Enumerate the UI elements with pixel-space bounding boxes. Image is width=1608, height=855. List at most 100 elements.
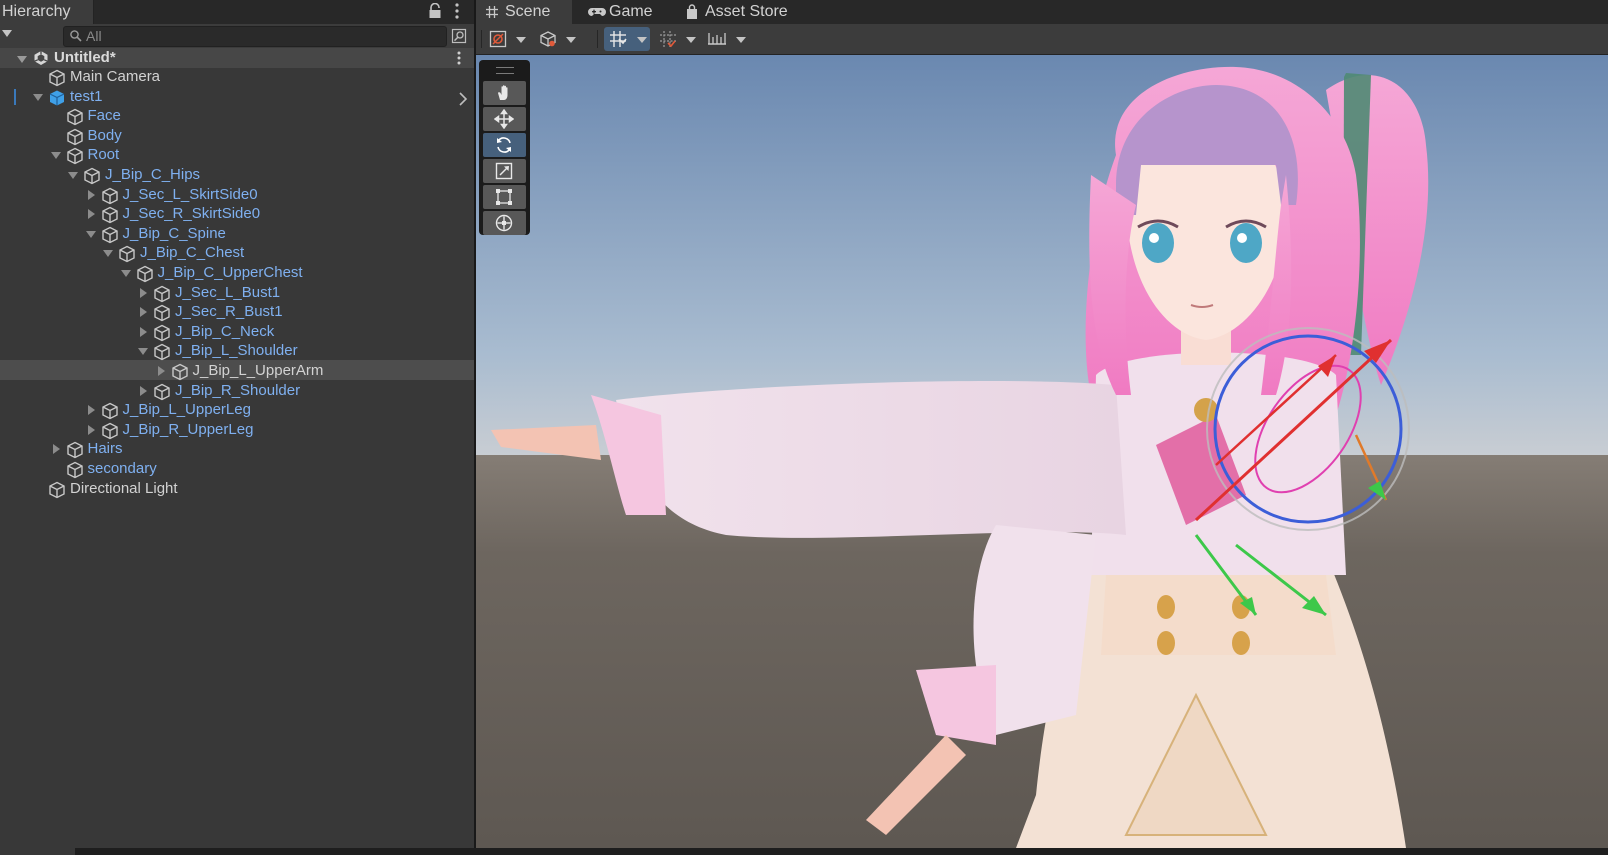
hierarchy-row-label: Main Camera bbox=[70, 68, 161, 85]
kebab-menu-icon[interactable] bbox=[452, 2, 462, 20]
fold-open-icon[interactable] bbox=[137, 341, 149, 361]
fold-open-icon[interactable] bbox=[120, 263, 132, 283]
tab-game-label: Game bbox=[609, 3, 653, 20]
fold-closed-icon[interactable] bbox=[155, 361, 167, 381]
hierarchy-row-label: J_Bip_R_UpperLeg bbox=[122, 420, 254, 438]
chevron-down-icon bbox=[566, 37, 576, 43]
increment-snap-dropdown[interactable] bbox=[656, 27, 702, 51]
prefab-icon bbox=[49, 90, 65, 106]
rect-tool-icon bbox=[496, 189, 512, 205]
fold-closed-icon[interactable] bbox=[85, 400, 97, 420]
draw-mode-dropdown[interactable] bbox=[486, 27, 532, 51]
search-by-type-icon[interactable] bbox=[451, 28, 467, 44]
hierarchy-row-label: J_Sec_L_Bust1 bbox=[175, 283, 281, 301]
hierarchy-row[interactable]: J_Sec_R_Bust1 bbox=[137, 302, 474, 322]
tab-game[interactable]: Game bbox=[580, 0, 670, 24]
toolbar-separator bbox=[597, 30, 598, 48]
hierarchy-row-label: J_Sec_L_SkirtSide0 bbox=[122, 185, 258, 203]
hierarchy-row[interactable]: Root bbox=[50, 145, 475, 165]
hierarchy-row[interactable]: J_Sec_L_SkirtSide0 bbox=[85, 185, 475, 205]
hierarchy-row[interactable]: J_Bip_L_UpperArm bbox=[155, 361, 475, 381]
hierarchy-row-label: J_Sec_R_SkirtSide0 bbox=[122, 205, 261, 223]
scene-render bbox=[476, 55, 1608, 848]
gameobject-icon bbox=[154, 285, 170, 302]
hierarchy-row[interactable]: J_Bip_C_Hips bbox=[67, 165, 474, 185]
transform-tool-button[interactable] bbox=[483, 211, 526, 235]
fold-closed-icon[interactable] bbox=[137, 302, 149, 322]
gameobject-icon bbox=[49, 69, 65, 87]
hierarchy-row[interactable]: J_Bip_L_Shoulder bbox=[137, 341, 474, 361]
hierarchy-row[interactable]: J_Bip_R_UpperLeg bbox=[85, 420, 475, 440]
fold-closed-icon[interactable] bbox=[137, 381, 149, 401]
chevron-down-icon bbox=[686, 37, 696, 43]
hierarchy-row[interactable]: Hairs bbox=[50, 439, 475, 459]
scene-menu-icon[interactable] bbox=[455, 50, 463, 66]
hierarchy-row[interactable]: J_Bip_C_Neck bbox=[137, 322, 474, 342]
gameobject-icon bbox=[101, 226, 118, 244]
shopping-bag-icon bbox=[687, 4, 697, 19]
fold-closed-icon[interactable] bbox=[85, 185, 97, 205]
fold-closed-icon[interactable] bbox=[85, 204, 97, 224]
move-tool-button[interactable] bbox=[483, 107, 526, 131]
hierarchy-row-label: J_Bip_R_Shoulder bbox=[175, 381, 301, 399]
hierarchy-row-label: J_Sec_R_Bust1 bbox=[175, 303, 283, 321]
hierarchy-row[interactable]: test1 bbox=[32, 87, 474, 107]
scale-tool-button[interactable] bbox=[483, 159, 526, 183]
hierarchy-row[interactable]: Body bbox=[50, 126, 475, 146]
gameobject-icon bbox=[101, 187, 118, 204]
hierarchy-row[interactable]: J_Bip_C_Spine bbox=[85, 224, 475, 244]
tab-scene-label: Scene bbox=[505, 3, 551, 20]
hierarchy-row[interactable]: J_Bip_R_Shoulder bbox=[137, 381, 474, 401]
hierarchy-row-label: Hairs bbox=[87, 440, 123, 458]
gameobject-icon bbox=[171, 363, 188, 381]
fold-open-icon[interactable] bbox=[67, 165, 79, 185]
chevron-down-icon bbox=[637, 37, 647, 43]
scene-panel: Scene Game Asset Store bbox=[476, 0, 1608, 848]
hierarchy-row[interactable]: J_Sec_R_SkirtSide0 bbox=[85, 204, 475, 224]
rect-tool-button[interactable] bbox=[483, 185, 526, 209]
scene-fold-icon[interactable] bbox=[17, 56, 27, 63]
hierarchy-row[interactable]: J_Sec_L_Bust1 bbox=[137, 283, 474, 303]
scale-tool-icon bbox=[495, 162, 513, 180]
lock-icon[interactable] bbox=[428, 3, 442, 19]
hierarchy-search-input[interactable]: All bbox=[63, 26, 447, 47]
rotate-tool-button[interactable] bbox=[483, 133, 526, 157]
hand-tool-button[interactable] bbox=[483, 81, 526, 105]
create-dropdown-icon[interactable] bbox=[2, 30, 12, 37]
hierarchy-row[interactable]: J_Bip_L_UpperLeg bbox=[85, 400, 475, 420]
hierarchy-row[interactable]: Face bbox=[50, 106, 475, 126]
shading-dropdown[interactable] bbox=[536, 27, 582, 51]
fold-open-icon[interactable] bbox=[50, 145, 62, 165]
fold-closed-icon[interactable] bbox=[85, 420, 97, 440]
grid-snap-toggle[interactable] bbox=[604, 27, 650, 51]
hierarchy-row-label: J_Bip_C_Chest bbox=[140, 244, 245, 262]
fold-open-icon[interactable] bbox=[102, 243, 114, 263]
ruler-icon bbox=[708, 33, 726, 45]
hierarchy-row[interactable]: J_Bip_C_Chest bbox=[102, 243, 474, 263]
hierarchy-row[interactable]: Directional Light bbox=[32, 479, 474, 499]
fold-open-icon[interactable] bbox=[32, 87, 44, 107]
hierarchy-row-label: J_Bip_C_Spine bbox=[122, 224, 226, 242]
tab-hierarchy[interactable]: Hierarchy bbox=[0, 0, 94, 24]
palette-grip-icon[interactable] bbox=[496, 67, 514, 74]
gameobject-icon bbox=[101, 402, 118, 420]
ruler-dropdown[interactable] bbox=[703, 27, 753, 51]
scene-viewport[interactable] bbox=[476, 55, 1608, 848]
fold-closed-icon[interactable] bbox=[137, 322, 149, 342]
hierarchy-row-label: Face bbox=[87, 107, 121, 125]
fold-open-icon[interactable] bbox=[85, 224, 97, 244]
hierarchy-row[interactable]: J_Bip_C_UpperChest bbox=[120, 263, 475, 283]
bottom-panel-tab[interactable] bbox=[0, 848, 75, 855]
hierarchy-row-label: Body bbox=[87, 126, 122, 144]
tab-asset-store[interactable]: Asset Store bbox=[676, 0, 806, 24]
tab-scene[interactable]: Scene bbox=[476, 0, 572, 24]
gameobject-icon bbox=[66, 148, 83, 165]
gameobject-icon bbox=[49, 481, 65, 498]
open-prefab-arrow-icon[interactable] bbox=[458, 92, 468, 106]
hierarchy-row[interactable]: Main Camera bbox=[32, 67, 474, 87]
fold-closed-icon[interactable] bbox=[50, 439, 62, 459]
search-icon bbox=[70, 30, 82, 42]
hierarchy-row[interactable]: secondary bbox=[50, 459, 475, 479]
fold-closed-icon[interactable] bbox=[137, 283, 149, 303]
